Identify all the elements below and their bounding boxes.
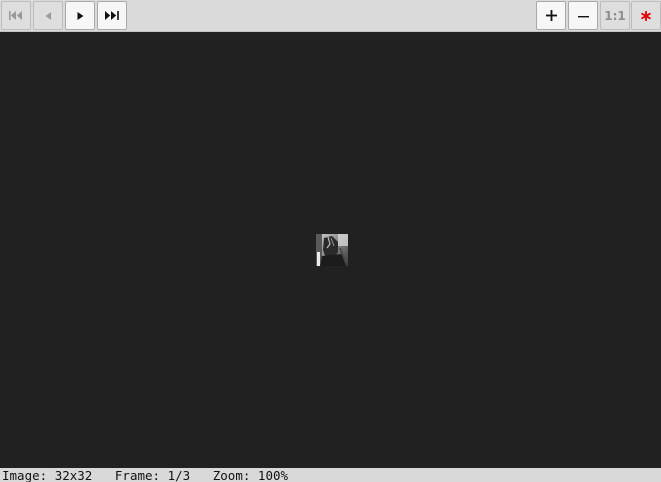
zoom-value: 100%: [257, 468, 289, 482]
frame-value: 1/3: [167, 468, 191, 482]
zoom-out-button[interactable]: [568, 1, 598, 30]
prev-frame-button[interactable]: [33, 1, 63, 30]
red-asterisk-icon: [641, 10, 651, 21]
frame-label: Frame:: [114, 468, 161, 482]
skip-to-start-icon: [9, 11, 22, 20]
image-size-value: 32x32: [54, 468, 93, 482]
image-canvas: [0, 32, 661, 468]
skip-to-end-icon: [105, 11, 119, 20]
plus-icon: [545, 10, 557, 21]
minus-icon: [577, 16, 589, 18]
play-icon: [77, 11, 83, 20]
zoom-label: Zoom:: [212, 468, 251, 482]
actual-size-button[interactable]: 1:1: [600, 1, 630, 30]
image-viewer-window: 1:1 Image: 32x32 Frame: 1/3 Zoom: 100%: [0, 0, 661, 482]
zoom-in-button[interactable]: [536, 1, 566, 30]
first-frame-button[interactable]: [1, 1, 31, 30]
actual-size-label: 1:1: [604, 8, 626, 23]
image-size-label: Image:: [2, 468, 48, 482]
image-frame-thumbnail: [316, 234, 348, 266]
fit-to-window-button[interactable]: [631, 1, 661, 30]
toolbar: 1:1: [0, 0, 661, 32]
step-back-icon: [45, 11, 51, 20]
status-bar: Image: 32x32 Frame: 1/3 Zoom: 100%: [0, 468, 661, 482]
play-button[interactable]: [65, 1, 95, 30]
last-frame-button[interactable]: [97, 1, 127, 30]
